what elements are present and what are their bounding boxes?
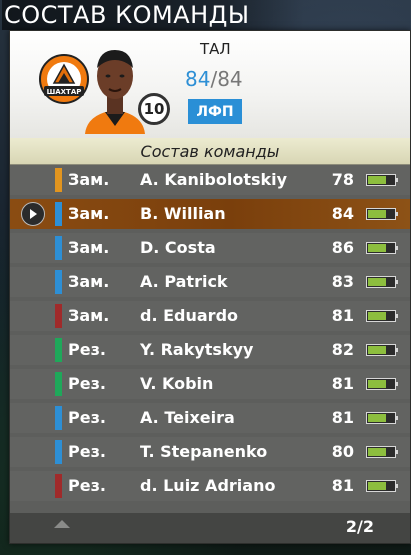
player-role: Зам. <box>68 272 110 291</box>
squad-panel: ШАХТАР 10 ТАЛ 84/84 ЛФП Состав команды З… <box>9 30 411 544</box>
fitness-fill <box>368 312 387 320</box>
battery-icon <box>366 174 398 186</box>
player-role: Рез. <box>68 408 106 427</box>
position-color-marker <box>55 406 62 430</box>
fitness-fill <box>368 448 387 456</box>
player-name: ТАЛ <box>200 40 231 58</box>
player-row[interactable]: Рез. T. Stepanenko 80 <box>10 437 410 467</box>
player-row[interactable]: Рез. d. Luiz Adriano 81 <box>10 471 410 501</box>
squad-list: Зам. A. Kanibolotskiy 78 Зам. B. Willian… <box>10 165 410 505</box>
fitness-fill <box>368 278 387 286</box>
player-row-name: V. Kobin <box>140 374 214 393</box>
position-color-marker <box>55 304 62 328</box>
player-role: Рез. <box>68 442 106 461</box>
player-rating: 84/84 <box>185 67 243 91</box>
battery-icon <box>366 446 398 458</box>
player-row-rating: 81 <box>331 306 354 325</box>
player-role: Зам. <box>68 204 110 223</box>
position-color-marker <box>55 338 62 362</box>
player-row-name: Y. Rakytskyy <box>140 340 254 359</box>
player-role: Рез. <box>68 476 106 495</box>
player-row[interactable]: Рез. A. Teixeira 81 <box>10 403 410 433</box>
fitness-fill <box>368 210 387 218</box>
fitness-fill <box>368 176 387 184</box>
player-row-name: A. Teixeira <box>140 408 235 427</box>
player-row-rating: 81 <box>331 476 354 495</box>
position-color-marker <box>55 440 62 464</box>
player-row[interactable]: Зам. d. Eduardo 81 <box>10 301 410 331</box>
player-row[interactable]: Зам. A. Kanibolotskiy 78 <box>10 165 410 195</box>
position-color-marker <box>55 270 62 294</box>
position-badge: ЛФП <box>188 99 242 124</box>
player-row-rating: 81 <box>331 374 354 393</box>
list-footer: 2/2 <box>10 513 410 543</box>
player-row-name: A. Patrick <box>140 272 228 291</box>
player-role: Зам. <box>68 170 110 189</box>
player-row-rating: 86 <box>331 238 354 257</box>
player-role: Рез. <box>68 340 106 359</box>
battery-icon <box>366 310 398 322</box>
battery-icon <box>366 378 398 390</box>
fitness-fill <box>368 414 387 422</box>
fitness-fill <box>368 244 387 252</box>
player-role: Зам. <box>68 238 110 257</box>
play-icon[interactable] <box>21 202 45 226</box>
player-row-name: B. Willian <box>140 204 226 223</box>
player-row[interactable]: Зам. D. Costa 86 <box>10 233 410 263</box>
player-role: Зам. <box>68 306 110 325</box>
player-row[interactable]: Рез. Y. Rakytskyy 82 <box>10 335 410 365</box>
jersey-number: 10 <box>138 93 170 125</box>
battery-icon <box>366 242 398 254</box>
battery-icon <box>366 480 398 492</box>
fitness-fill <box>368 482 387 490</box>
player-row-name: d. Luiz Adriano <box>140 476 276 495</box>
player-row-rating: 80 <box>331 442 354 461</box>
screen-title: СОСТАВ КОМАНДЫ <box>2 0 304 30</box>
position-color-marker <box>55 168 62 192</box>
player-row[interactable]: Рез. V. Kobin 81 <box>10 369 410 399</box>
up-arrow-icon[interactable] <box>53 519 71 529</box>
player-row-rating: 81 <box>331 408 354 427</box>
battery-icon <box>366 208 398 220</box>
page-indicator: 2/2 <box>345 517 374 536</box>
player-row-rating: 83 <box>331 272 354 291</box>
player-row[interactable]: Зам. B. Willian 84 <box>10 199 410 229</box>
player-row-name: d. Eduardo <box>140 306 239 325</box>
fitness-fill <box>368 380 387 388</box>
player-row[interactable]: Зам. A. Patrick 83 <box>10 267 410 297</box>
player-row-name: T. Stepanenko <box>140 442 268 461</box>
player-row-name: D. Costa <box>140 238 216 257</box>
player-row-rating: 84 <box>331 204 354 223</box>
fitness-fill <box>368 346 387 354</box>
position-color-marker <box>55 236 62 260</box>
player-row-rating: 78 <box>331 170 354 189</box>
section-title: Состав команды <box>10 138 410 165</box>
player-header: ШАХТАР 10 ТАЛ 84/84 ЛФП <box>10 31 410 138</box>
position-color-marker <box>55 372 62 396</box>
player-role: Рез. <box>68 374 106 393</box>
battery-icon <box>366 344 398 356</box>
rating-max: 84 <box>217 67 243 91</box>
rating-current: 84 <box>185 67 211 91</box>
position-color-marker <box>55 202 62 226</box>
player-row-name: A. Kanibolotskiy <box>140 170 288 189</box>
battery-icon <box>366 412 398 424</box>
battery-icon <box>366 276 398 288</box>
player-row-rating: 82 <box>331 340 354 359</box>
position-color-marker <box>55 474 62 498</box>
